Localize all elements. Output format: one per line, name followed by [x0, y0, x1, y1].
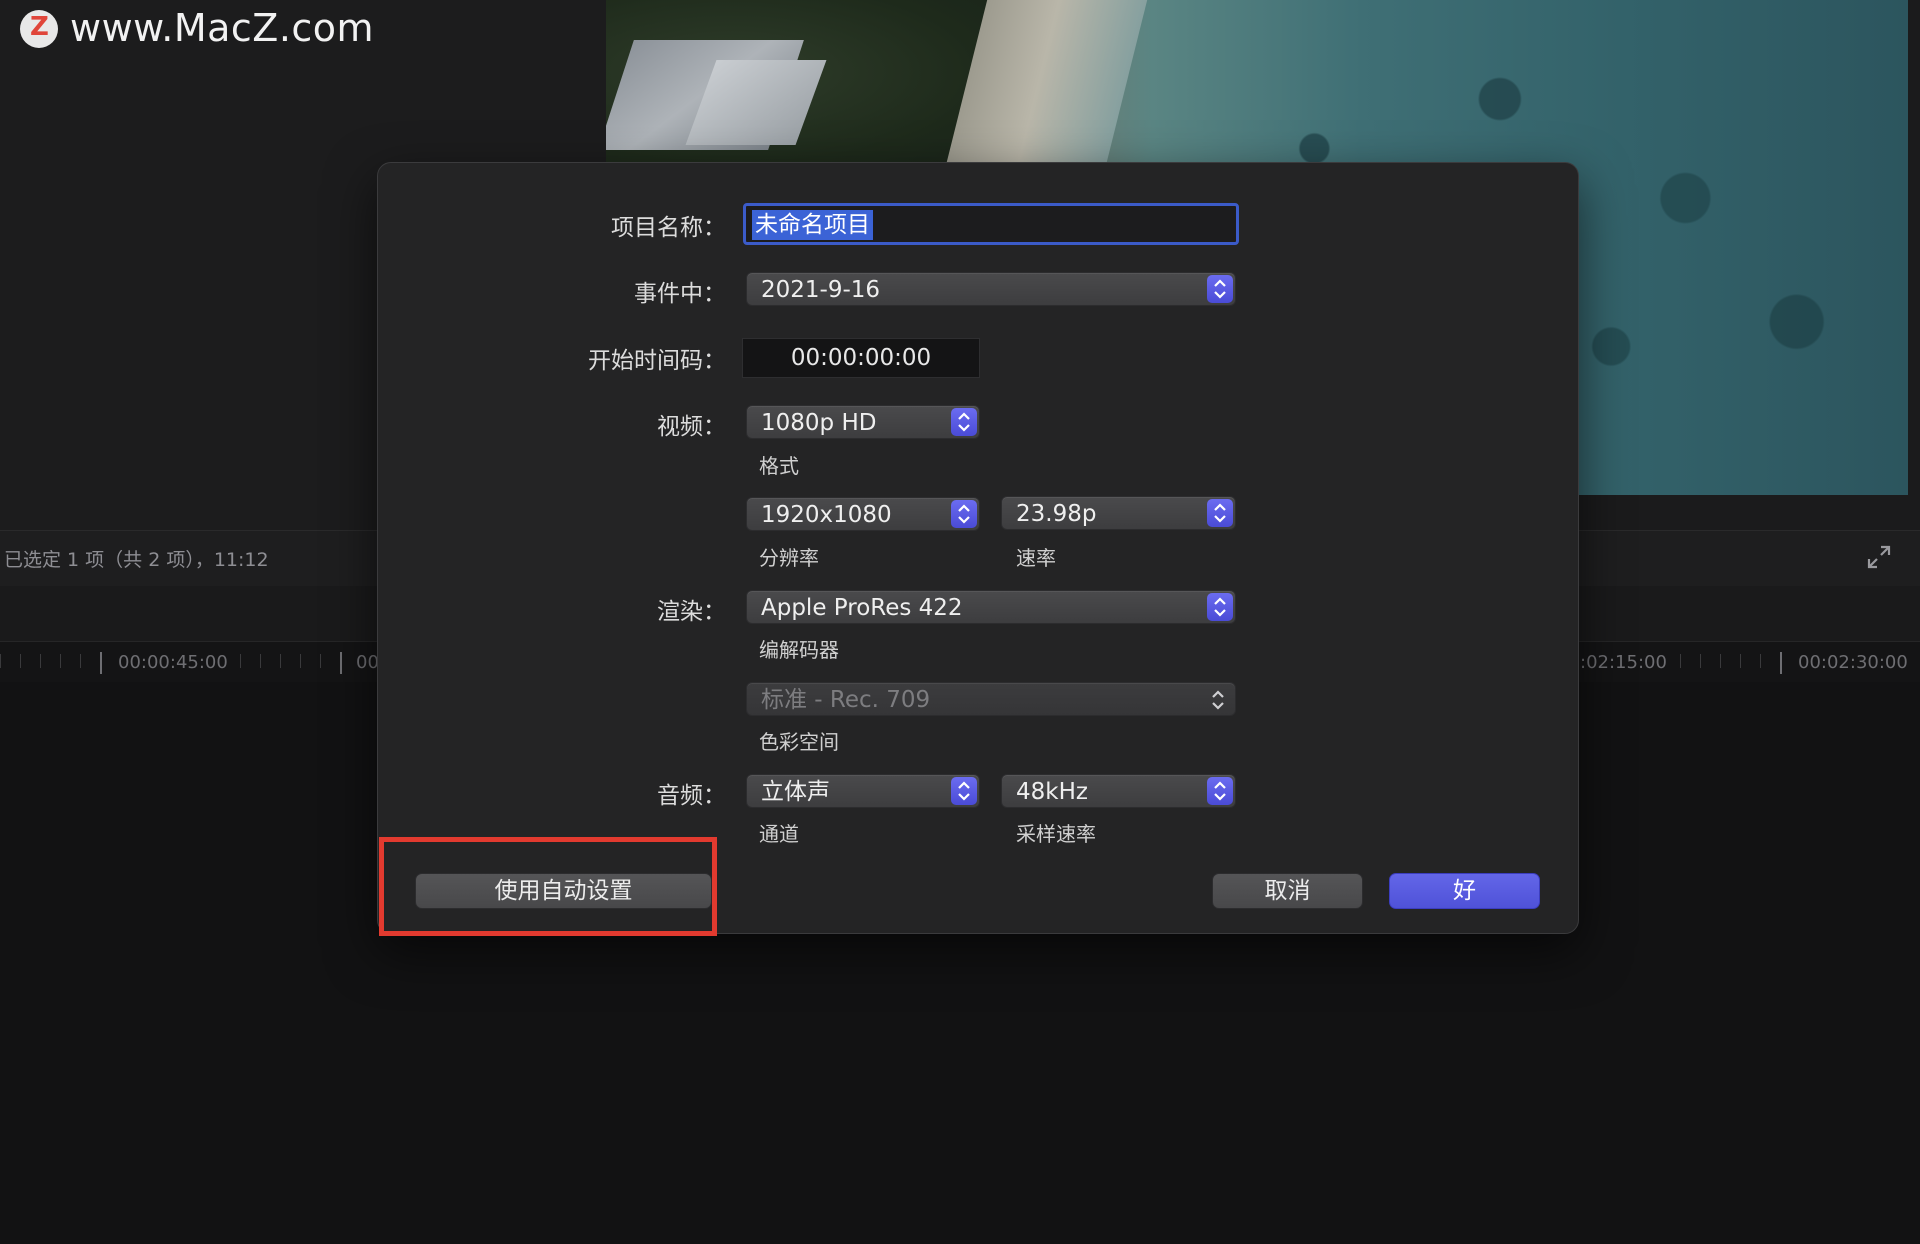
selection-status: 已选定 1 项（共 2 项），11:12 — [4, 549, 269, 571]
watermark-text: www.MacZ.com — [70, 6, 375, 50]
audio-channels-value: 立体声 — [761, 779, 830, 805]
audio-channels-popup[interactable]: 立体声 — [746, 774, 980, 808]
annotation-highlight-box — [379, 837, 717, 936]
video-resolution-caption: 分辨率 — [759, 546, 819, 570]
codec-caption: 编解码器 — [759, 638, 839, 662]
audio-sample-rate-value: 48kHz — [1016, 779, 1088, 805]
macz-logo-letter: Z — [30, 12, 49, 42]
rendering-label: 渲染： — [657, 599, 726, 625]
chevron-updown-icon — [951, 777, 977, 805]
video-rate-caption: 速率 — [1016, 546, 1056, 570]
chevron-updown-icon — [1207, 275, 1233, 303]
ruler-timecode: 00:00:45:00 — [112, 652, 234, 673]
ruler-timecode: :02:15:00 — [1574, 652, 1673, 673]
start-timecode-field[interactable]: 00:00:00:00 — [742, 338, 980, 378]
video-resolution-popup[interactable]: 1920x1080 — [746, 497, 980, 531]
ruler-major-tick — [100, 652, 102, 674]
chevron-updown-icon — [951, 408, 977, 436]
chevron-updown-icon — [1207, 499, 1233, 527]
event-value: 2021-9-16 — [761, 277, 881, 303]
start-timecode-label: 开始时间码： — [588, 348, 726, 374]
fullscreen-expand-icon[interactable] — [1866, 544, 1892, 570]
video-rate-value: 23.98p — [1016, 501, 1097, 527]
chevron-updown-icon — [1205, 686, 1231, 714]
audio-sample-rate-caption: 采样速率 — [1016, 822, 1096, 846]
audio-label: 音频： — [657, 783, 726, 809]
codec-popup[interactable]: Apple ProRes 422 — [746, 590, 1236, 624]
project-name-label: 项目名称： — [611, 215, 726, 241]
project-name-selected-text: 未命名项目 — [752, 210, 873, 240]
video-format-value: 1080p HD — [761, 410, 877, 436]
codec-value: Apple ProRes 422 — [761, 595, 963, 621]
audio-sample-rate-popup[interactable]: 48kHz — [1001, 774, 1236, 808]
color-space-value: 标准 - Rec. 709 — [761, 687, 931, 713]
chevron-updown-icon — [1207, 593, 1233, 621]
video-label: 视频： — [657, 414, 726, 440]
event-popup[interactable]: 2021-9-16 — [746, 272, 1236, 306]
event-label: 事件中： — [634, 281, 726, 307]
project-name-input[interactable]: 未命名项目 — [743, 203, 1239, 245]
audio-channels-caption: 通道 — [759, 822, 799, 846]
ruler-major-tick — [340, 652, 342, 674]
video-resolution-value: 1920x1080 — [761, 502, 892, 528]
video-rate-popup[interactable]: 23.98p — [1001, 496, 1236, 530]
color-space-caption: 色彩空间 — [759, 730, 839, 754]
video-format-caption: 格式 — [759, 454, 799, 478]
ruler-timecode: 00:02:30:00 — [1792, 652, 1914, 673]
cancel-button[interactable]: 取消 — [1212, 873, 1363, 909]
color-space-popup[interactable]: 标准 - Rec. 709 — [746, 682, 1236, 716]
chevron-updown-icon — [951, 500, 977, 528]
chevron-updown-icon — [1207, 777, 1233, 805]
ok-button[interactable]: 好 — [1389, 873, 1540, 909]
video-format-popup[interactable]: 1080p HD — [746, 405, 980, 439]
ruler-major-tick — [1780, 652, 1782, 674]
